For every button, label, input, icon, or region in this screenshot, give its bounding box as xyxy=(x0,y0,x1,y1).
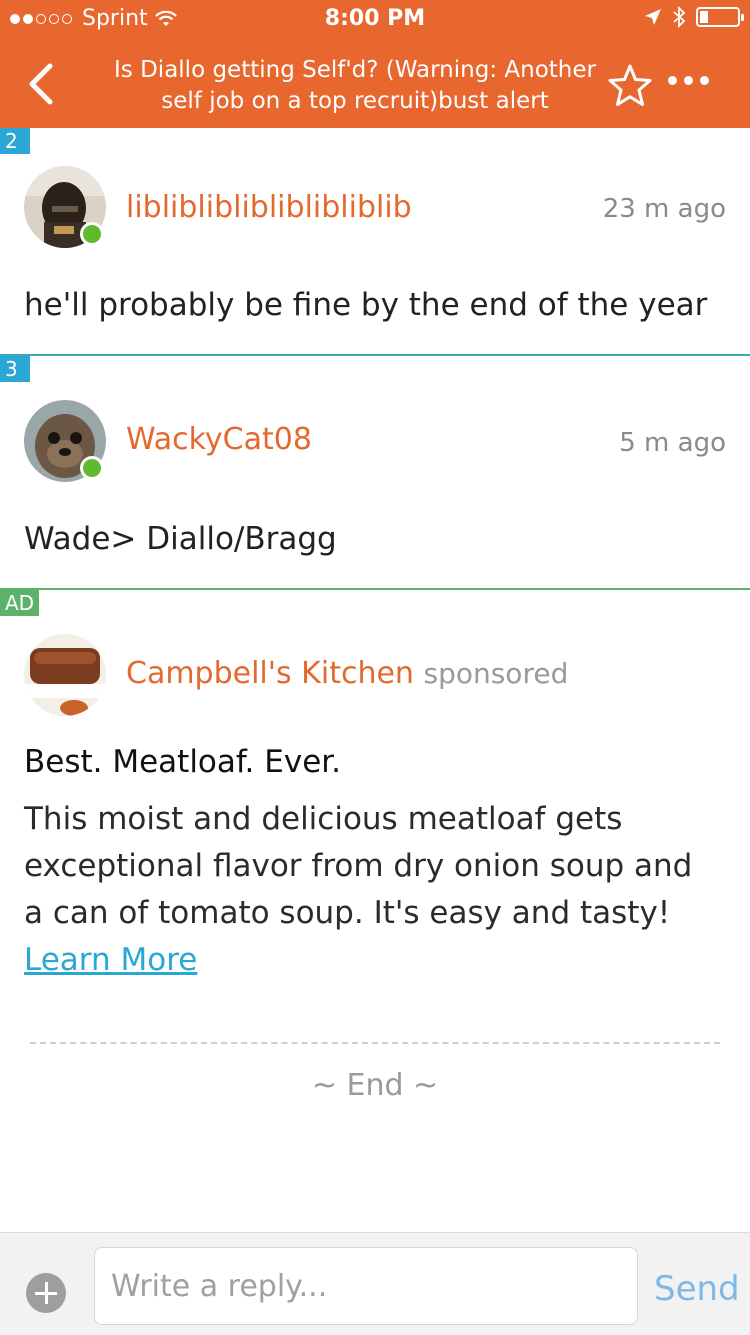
ad-body-container: This moist and delicious meatloaf gets e… xyxy=(24,796,720,984)
username[interactable]: WackyCat08 xyxy=(126,422,312,457)
reply-post: 2 liblibliblibliblibliblib 23 m ago he'l… xyxy=(0,128,750,354)
advertiser-name[interactable]: Campbell's Kitchen xyxy=(126,656,414,691)
send-button[interactable]: Send xyxy=(654,1269,740,1309)
reply-input[interactable] xyxy=(94,1247,638,1325)
ad-title: Best. Meatloaf. Ever. xyxy=(24,744,342,780)
add-attachment-button[interactable] xyxy=(26,1273,66,1313)
status-right xyxy=(644,6,744,28)
sponsored-label: sponsored xyxy=(423,657,569,690)
end-of-thread-label: ~ End ~ xyxy=(311,1068,439,1103)
advertiser-name-row: Campbell's Kitchen sponsored xyxy=(126,656,568,691)
thread-title: Is Diallo getting Self'd? (Warning: Anot… xyxy=(114,57,596,114)
status-bar: Sprint 8:00 PM xyxy=(0,0,750,40)
ad-badge: AD xyxy=(0,590,40,616)
post-body: he'll probably be fine by the end of the… xyxy=(24,287,708,323)
favorite-button[interactable] xyxy=(606,62,654,110)
post-body: Wade> Diallo/Bragg xyxy=(24,521,337,557)
advertiser-avatar[interactable] xyxy=(24,634,106,716)
status-time: 8:00 PM xyxy=(324,6,426,31)
reply-bar: Send xyxy=(0,1232,750,1335)
post-number-badge: 2 xyxy=(0,128,30,154)
back-button[interactable] xyxy=(22,60,62,108)
avatar[interactable] xyxy=(24,166,106,248)
top-bar: Sprint 8:00 PM Is Diallo getting Self'd?… xyxy=(0,0,750,128)
end-divider xyxy=(30,1042,720,1044)
bluetooth-icon xyxy=(673,6,686,28)
online-status-icon xyxy=(80,222,104,246)
chevron-left-icon xyxy=(29,63,53,105)
more-options-button[interactable] xyxy=(668,76,709,85)
post-number-badge: 3 xyxy=(0,356,30,382)
reply-post: 3 WackyCat08 5 m ago Wade> Diallo/Bragg xyxy=(0,356,750,588)
avatar[interactable] xyxy=(24,400,106,482)
more-dot-icon xyxy=(684,76,693,85)
online-status-icon xyxy=(80,456,104,480)
ad-body: This moist and delicious meatloaf gets e… xyxy=(24,801,693,931)
avatar-image xyxy=(24,634,106,716)
post-time: 23 m ago xyxy=(602,194,726,224)
more-dot-icon xyxy=(668,76,677,85)
more-dot-icon xyxy=(700,76,709,85)
star-icon xyxy=(608,64,652,106)
battery-icon xyxy=(696,7,744,27)
learn-more-link[interactable]: Learn More xyxy=(24,942,197,978)
username[interactable]: liblibliblibliblibliblib xyxy=(126,190,412,225)
location-arrow-icon xyxy=(645,9,661,25)
post-time: 5 m ago xyxy=(619,428,726,458)
